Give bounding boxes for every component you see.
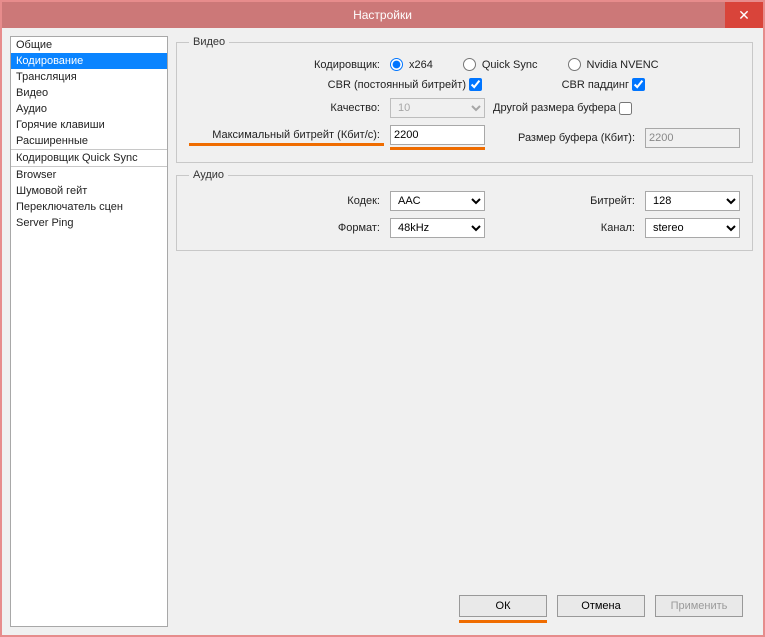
quality-row: Качество: 10 Другой размера буфера <box>189 98 740 118</box>
cancel-button[interactable]: Отмена <box>557 595 645 617</box>
video-legend: Видео <box>189 36 229 48</box>
settings-window: Настройки ✕ ОбщиеКодированиеТрансляцияВи… <box>0 0 765 637</box>
ok-highlight <box>459 620 547 623</box>
encoder-nvenc-radio[interactable]: Nvidia NVENC <box>568 58 659 71</box>
cbr-checkbox[interactable]: CBR (постоянный битрейт) <box>328 78 485 91</box>
format-label: Формат: <box>189 222 384 234</box>
sidebar-item[interactable]: Аудио <box>11 101 167 117</box>
dialog-body: ОбщиеКодированиеТрансляцияВидеоАудиоГоря… <box>2 28 763 635</box>
altbuf-checkbox[interactable]: Другой размера буфера <box>493 102 635 115</box>
bufsize-input <box>645 128 740 148</box>
channel-label: Канал: <box>491 222 639 234</box>
content-spacer <box>176 257 753 583</box>
audio-legend: Аудио <box>189 169 228 181</box>
channel-select[interactable]: stereo <box>645 218 740 238</box>
window-title: Настройки <box>353 8 412 22</box>
encoder-x264-radio[interactable]: x264 <box>390 58 433 71</box>
codec-label: Кодек: <box>189 195 384 207</box>
quality-select: 10 <box>390 98 485 118</box>
content-area: Видео Кодировщик: x264 Quick Sync <box>176 36 755 627</box>
bufsize-label: Размер буфера (Кбит): <box>491 132 639 144</box>
format-row: Формат: 48kHz Канал: stereo <box>189 218 740 238</box>
sidebar-item[interactable]: Кодирование <box>11 53 167 69</box>
cbr-padding-checkbox[interactable]: CBR паддинг <box>562 78 648 91</box>
sidebar-item[interactable]: Расширенные <box>11 133 167 149</box>
sidebar-item[interactable]: Шумовой гейт <box>11 183 167 199</box>
apply-button: Применить <box>655 595 743 617</box>
titlebar: Настройки ✕ <box>2 2 763 28</box>
maxbitrate-row: Максимальный битрейт (Кбит/с): Размер бу… <box>189 125 740 150</box>
sidebar-item[interactable]: Горячие клавиши <box>11 117 167 133</box>
sidebar-item[interactable]: Переключатель сцен <box>11 199 167 215</box>
sidebar-item[interactable]: Кодировщик Quick Sync <box>11 150 167 166</box>
close-icon[interactable]: ✕ <box>725 2 763 28</box>
sidebar-item[interactable]: Общие <box>11 37 167 53</box>
encoder-row: Кодировщик: x264 Quick Sync Nvidia NV <box>189 58 740 71</box>
maxbitrate-label: Максимальный битрейт (Кбит/с): <box>189 129 384 146</box>
format-select[interactable]: 48kHz <box>390 218 485 238</box>
ok-button[interactable]: ОК <box>459 595 547 617</box>
quality-label: Качество: <box>189 102 384 114</box>
encoder-quicksync-radio[interactable]: Quick Sync <box>463 58 538 71</box>
video-group: Видео Кодировщик: x264 Quick Sync <box>176 36 753 163</box>
maxbitrate-input[interactable] <box>390 125 485 145</box>
sidebar-item[interactable]: Трансляция <box>11 69 167 85</box>
audio-group: Аудио Кодек: AAC Битрейт: 128 <box>176 169 753 251</box>
audio-bitrate-select[interactable]: 128 <box>645 191 740 211</box>
encoder-label: Кодировщик: <box>189 59 384 71</box>
encoder-options: x264 Quick Sync Nvidia NVENC <box>390 58 659 71</box>
sidebar-item[interactable]: Видео <box>11 85 167 101</box>
dialog-buttons: ОК Отмена Применить <box>176 589 753 627</box>
sidebar-item[interactable]: Browser <box>11 167 167 183</box>
audio-bitrate-label: Битрейт: <box>491 195 639 207</box>
codec-select[interactable]: AAC <box>390 191 485 211</box>
category-sidebar[interactable]: ОбщиеКодированиеТрансляцияВидеоАудиоГоря… <box>10 36 168 627</box>
cbr-row: CBR (постоянный битрейт) CBR паддинг <box>189 78 740 91</box>
sidebar-item[interactable]: Server Ping <box>11 215 167 231</box>
codec-row: Кодек: AAC Битрейт: 128 <box>189 191 740 211</box>
